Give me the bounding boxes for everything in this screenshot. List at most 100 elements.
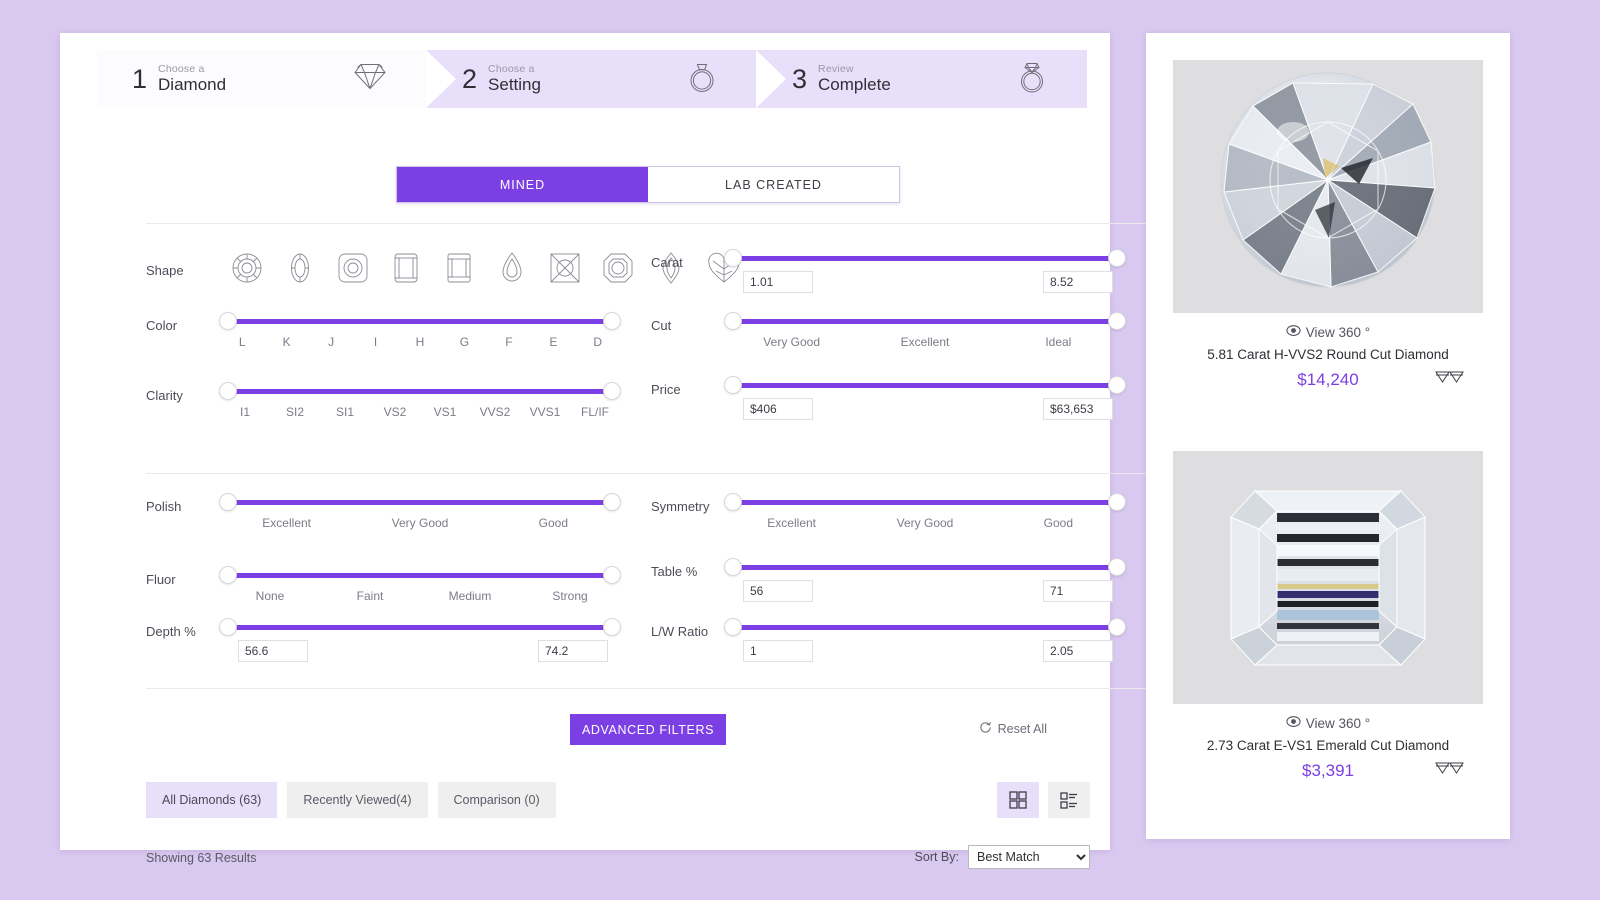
range-max-input[interactable] — [538, 640, 608, 662]
slider-handle-max[interactable] — [603, 382, 621, 400]
range-slider[interactable] — [724, 558, 1126, 576]
reset-all-button[interactable]: Reset All — [979, 721, 1047, 737]
shape-round-icon[interactable] — [230, 251, 264, 285]
range-slider[interactable] — [219, 618, 621, 636]
slider-track[interactable] — [228, 573, 612, 578]
grid-view-button[interactable] — [997, 782, 1039, 818]
slider-handle-max[interactable] — [603, 493, 621, 511]
slider-track[interactable] — [733, 565, 1117, 570]
eye-icon — [1286, 714, 1301, 732]
view-360-button[interactable]: View 360 ° — [1173, 714, 1483, 732]
range-slider[interactable] — [724, 376, 1126, 394]
slider-handle-max[interactable] — [1108, 376, 1126, 394]
slider-track[interactable] — [733, 625, 1117, 630]
slider-handle-min[interactable] — [724, 312, 742, 330]
filter-fluor: Fluor None Faint Medium Strong — [146, 566, 621, 605]
view-360-button[interactable]: View 360 ° — [1173, 323, 1483, 341]
result-tab[interactable]: Recently Viewed(4) — [287, 782, 428, 818]
range-slider[interactable] — [724, 493, 1126, 511]
product-card[interactable]: View 360 ° 5.81 Carat H-VVS2 Round Cut D… — [1173, 60, 1483, 404]
slider-handle-max[interactable] — [1108, 618, 1126, 636]
tab-mined[interactable]: MINED — [397, 167, 648, 202]
slider-track[interactable] — [228, 389, 612, 394]
shape-asscher-icon[interactable] — [601, 251, 635, 285]
range-slider[interactable] — [219, 566, 621, 584]
range-max-input[interactable] — [1043, 271, 1113, 293]
range-slider[interactable] — [219, 382, 621, 400]
range-slider[interactable] — [724, 618, 1126, 636]
slider-handle-max[interactable] — [603, 566, 621, 584]
step-review-complete[interactable]: 3 Review Complete — [727, 50, 1087, 108]
range-min-input[interactable] — [743, 640, 813, 662]
tick-label: FL/IF — [580, 405, 610, 419]
range-max-input[interactable] — [1043, 398, 1113, 420]
tick-label: I1 — [239, 405, 251, 419]
range-min-input[interactable] — [743, 271, 813, 293]
slider-handle-min[interactable] — [724, 376, 742, 394]
range-min-input[interactable] — [743, 580, 813, 602]
range-max-input[interactable] — [1043, 580, 1113, 602]
slider-handle-max[interactable] — [603, 312, 621, 330]
slider-track[interactable] — [733, 319, 1117, 324]
tick-label: Good — [1043, 516, 1074, 530]
sort-select[interactable]: Best Match — [968, 845, 1090, 869]
product-card[interactable]: View 360 ° 2.73 Carat E-VS1 Emerald Cut … — [1173, 451, 1483, 795]
slider-handle-min[interactable] — [219, 566, 237, 584]
slider-handle-min[interactable] — [724, 249, 742, 267]
list-view-button[interactable] — [1048, 782, 1090, 818]
compare-diamonds-icon[interactable] — [1435, 369, 1465, 389]
slider-handle-min[interactable] — [724, 493, 742, 511]
slider-handle-min[interactable] — [219, 312, 237, 330]
slider-handle-max[interactable] — [1108, 249, 1126, 267]
range-slider[interactable] — [724, 249, 1126, 267]
range-inputs — [725, 398, 1125, 420]
step-title: Complete — [818, 75, 891, 95]
range-min-input[interactable] — [743, 398, 813, 420]
slider-track[interactable] — [733, 256, 1117, 261]
range-slider[interactable] — [219, 312, 621, 330]
shape-radiant-icon[interactable] — [442, 251, 476, 285]
range-max-input[interactable] — [1043, 640, 1113, 662]
tick-label: G — [459, 335, 470, 349]
range-slider[interactable] — [219, 493, 621, 511]
slider-track[interactable] — [733, 383, 1117, 388]
tick-label: Good — [538, 516, 569, 530]
filter-color: Color L K J I H G F E D — [146, 312, 621, 351]
slider-handle-max[interactable] — [603, 618, 621, 636]
shape-princess-icon[interactable] — [548, 251, 582, 285]
advanced-filters-button[interactable]: ADVANCED FILTERS — [570, 714, 726, 745]
diamond-image-round[interactable] — [1173, 60, 1483, 313]
result-tab[interactable]: Comparison (0) — [437, 782, 556, 818]
shape-emerald-icon[interactable] — [389, 251, 423, 285]
divider-bottom — [146, 688, 1154, 689]
slider-track[interactable] — [228, 319, 612, 324]
results-count: Showing 63 Results — [146, 851, 257, 865]
shape-pear-icon[interactable] — [495, 251, 529, 285]
step-choose-diamond[interactable]: 1 Choose a Diamond — [97, 50, 427, 108]
tick-label: SI1 — [335, 405, 355, 419]
step-choose-setting[interactable]: 2 Choose a Setting — [397, 50, 757, 108]
filter-polish: Polish Excellent Very Good Good — [146, 493, 621, 532]
slider-handle-max[interactable] — [1108, 493, 1126, 511]
slider-track[interactable] — [733, 500, 1117, 505]
result-tab[interactable]: All Diamonds (63) — [146, 782, 278, 818]
slider-handle-min[interactable] — [219, 618, 237, 636]
slider-handle-max[interactable] — [1108, 558, 1126, 576]
slider-handle-min[interactable] — [219, 382, 237, 400]
shape-cushion-icon[interactable] — [336, 251, 370, 285]
slider-handle-min[interactable] — [219, 493, 237, 511]
shape-oval-icon[interactable] — [283, 251, 317, 285]
slider-track[interactable] — [228, 625, 612, 630]
compare-diamonds-icon[interactable] — [1435, 760, 1465, 780]
slider-track[interactable] — [228, 500, 612, 505]
slider-handle-max[interactable] — [1108, 312, 1126, 330]
diamond-results-panel: View 360 ° 5.81 Carat H-VVS2 Round Cut D… — [1146, 33, 1510, 839]
slider-handle-min[interactable] — [724, 618, 742, 636]
tab-lab-created[interactable]: LAB CREATED — [648, 167, 899, 202]
step-subtitle: Choose a — [158, 63, 205, 76]
range-min-input[interactable] — [238, 640, 308, 662]
diamond-image-emerald[interactable] — [1173, 451, 1483, 704]
step-number: 1 — [132, 63, 148, 94]
slider-handle-min[interactable] — [724, 558, 742, 576]
range-slider[interactable] — [724, 312, 1126, 330]
